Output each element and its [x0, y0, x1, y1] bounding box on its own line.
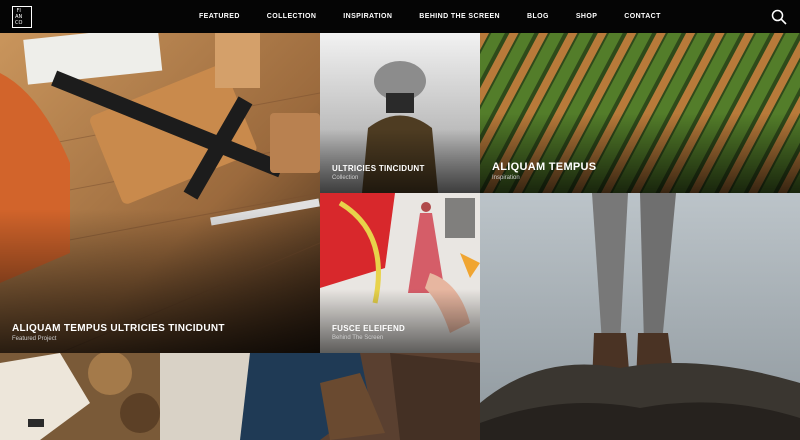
- nav-item-behind-the-screen[interactable]: BEHIND THE SCREEN: [419, 13, 500, 20]
- desk-photo: [0, 33, 320, 353]
- nav-item-inspiration[interactable]: INSPIRATION: [343, 13, 392, 20]
- featured-project-tile[interactable]: ALIQUAM TEMPUS ULTRICIES TINCIDUNT Featu…: [0, 33, 320, 353]
- boots-deck-photo: [160, 353, 480, 440]
- main-nav: FEATURED COLLECTION INSPIRATION BEHIND T…: [199, 0, 688, 33]
- featured-caption: ALIQUAM TEMPUS ULTRICIES TINCIDUNT Featu…: [12, 323, 225, 342]
- behind-subtitle: Behind The Screen: [332, 335, 384, 341]
- inspiration-tile[interactable]: ALIQUAM TEMPUS Inspiration: [480, 33, 800, 193]
- top-navigation-bar: FI AN CO FEATURED COLLECTION INSPIRATION…: [0, 0, 800, 33]
- inspiration-caption: ALIQUAM TEMPUS Inspiration: [492, 161, 596, 181]
- featured-title[interactable]: ALIQUAM TEMPUS ULTRICIES TINCIDUNT: [12, 323, 225, 334]
- search-icon[interactable]: [771, 9, 787, 25]
- inspiration-subtitle: Inspiration: [492, 175, 520, 181]
- brand-logo[interactable]: FI AN CO: [12, 6, 32, 28]
- boots-tile[interactable]: [160, 353, 480, 440]
- behind-title[interactable]: FUSCE ELEIFEND: [332, 324, 405, 333]
- logo-letters-3: CO: [15, 20, 23, 26]
- hiker-tile[interactable]: [480, 193, 800, 440]
- behind-the-screen-tile[interactable]: FUSCE ELEIFEND Behind The Screen: [320, 193, 480, 353]
- collection-title[interactable]: ULTRICIES TINCIDUNT: [332, 164, 425, 173]
- hiker-legs-photo: [480, 193, 800, 440]
- featured-subtitle: Featured Project: [12, 336, 57, 342]
- behind-caption: FUSCE ELEIFEND Behind The Screen: [332, 324, 405, 341]
- collection-subtitle: Collection: [332, 175, 359, 181]
- autumn-leaves-photo: [0, 353, 160, 440]
- collection-caption: ULTRICIES TINCIDUNT Collection: [332, 164, 425, 181]
- nav-item-shop[interactable]: SHOP: [576, 13, 597, 20]
- nav-item-contact[interactable]: CONTACT: [624, 13, 661, 20]
- inspiration-title[interactable]: ALIQUAM TEMPUS: [492, 161, 596, 173]
- leaves-tile[interactable]: [0, 353, 160, 440]
- nav-item-collection[interactable]: COLLECTION: [267, 13, 317, 20]
- nav-item-featured[interactable]: FEATURED: [199, 13, 240, 20]
- nav-item-blog[interactable]: BLOG: [527, 13, 549, 20]
- collection-tile[interactable]: ULTRICIES TINCIDUNT Collection: [320, 33, 480, 193]
